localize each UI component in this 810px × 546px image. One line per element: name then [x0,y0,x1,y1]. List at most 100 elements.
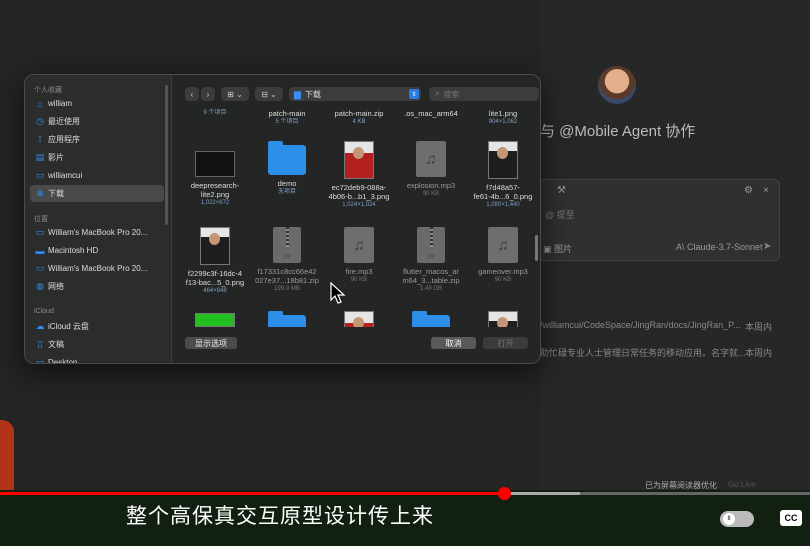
file-item[interactable]: deepresearch-lite2.png 1,022×872 [179,141,251,208]
file-name: demo [277,179,297,188]
file-item[interactable] [251,311,323,327]
sidebar-section-favorites: 个人收藏 [34,87,62,94]
sidebar-item-label: 应用程序 [48,135,80,144]
history-row[interactable]: 助忙碌专业人士管理日常任务的移动应用。名字就... 本周内 [540,346,772,359]
captions-button[interactable]: CC [780,510,802,526]
autoplay-toggle[interactable]: II [720,511,754,527]
send-icon[interactable]: ➤ [763,241,771,252]
file-meta: 199.9 MB [274,286,300,292]
sidebar-item-label: William's MacBook Pro 20... [48,264,148,273]
forward-button[interactable]: › [201,87,215,101]
file-name: flutter_macos_ar [403,267,459,276]
sidebar-section-icloud: iCloud [34,308,54,315]
sidebar-item[interactable]: ▭ Desktop [30,354,164,364]
file-item[interactable]: patch-main 5 个项目 [251,109,323,127]
downloads-icon: ⊕ [36,188,44,198]
sidebar-item[interactable]: ◍ 网络 [30,278,164,295]
search-input[interactable] [443,89,524,99]
file-item[interactable]: ec72deb9-088a- 4b06-b...b1_3.png 1,024×1,0… [323,141,395,210]
file-meta: 1,080×1,440 [486,202,520,208]
file-item[interactable]: demo 无项目 [251,141,323,197]
file-meta: 904×1,062 [488,119,518,125]
file-item[interactable] [179,291,251,327]
file-name: deepresearch- [190,181,240,190]
sidebar-item-label: william [48,99,72,108]
file-name: lite1.png [488,109,518,118]
file-meta: 1,024×1,024 [342,202,376,208]
chat-input-box[interactable]: ⚒ ⚙ × @ 提至 ▣ 图片 A\ Claude-3.7-Sonnet ➤ [538,179,780,261]
file-item[interactable]: ZIP flutter_macos_ar m64_3...table.zip 1.49… [395,227,467,294]
history-row-text: /williamcui/CodeSpace/JingRan/docs/JingR… [540,320,741,330]
search-field[interactable]: ⌕ [429,87,539,101]
history-row-text: 助忙碌专业人士管理日常任务的移动应用。名字就... [540,348,746,358]
image-button[interactable]: ▣ 图片 [543,242,572,255]
file-grid: 9 个项目 patch-main 5 个项目 patch-main.zip 4 KB .o… [171,105,536,327]
file-name: patch-main [268,109,306,118]
image-thumbnail [200,227,230,265]
status-go-live[interactable]: Go Live [728,480,756,489]
file-open-dialog: 个人收藏 ⌂ william ◷ 最近使用 ⟟ 应用程序 ▤ 影片 ▭ williamcui ⊕ 下载… [24,74,541,364]
file-item[interactable]: .os_mac_arm64 [395,109,467,118]
cancel-button[interactable]: 取消 [431,337,476,349]
sidebar-item[interactable]: ⊕ 下载 [30,185,164,202]
sidebar-item-label: 影片 [48,153,64,162]
sidebar-item[interactable]: ▭ williamcui [30,167,164,184]
sidebar-item[interactable]: ▭ William's MacBook Pro 20... [30,224,164,241]
sidebar-item-label: 网络 [48,282,64,291]
folder-icon [268,141,306,175]
folder-icon [268,311,306,327]
sidebar-item-label: Macintosh HD [48,246,99,255]
sidebar-item[interactable]: ▬ Macintosh HD [30,242,164,259]
model-selector[interactable]: A\ Claude-3.7-Sonnet [676,242,763,252]
file-item[interactable]: ZIP f17331c8cc66e42 027e37...18b81.zip 199.… [251,227,323,294]
file-grid-scrollbar[interactable] [535,235,538,261]
file-item[interactable] [323,311,395,327]
sidebar-item[interactable]: ▤ 影片 [30,149,164,166]
video-progress-handle[interactable] [497,487,511,500]
file-item[interactable]: ♫ gameover.mp3 90 KB [467,227,536,285]
sidebar-scrollbar[interactable] [165,85,168,225]
sidebar-item-label: 最近使用 [48,117,80,126]
show-options-button[interactable]: 显示选项 [185,337,237,349]
mouse-cursor-icon [330,282,346,304]
file-item[interactable]: 9 个项目 [179,109,251,118]
file-name-line2: fe61-4b...6_0.png [473,192,533,201]
file-item[interactable]: lite1.png 904×1,062 [467,109,536,127]
location-popup[interactable]: ▆ 下载 ⇕ [289,87,421,101]
file-item[interactable]: patch-main.zip 4 KB [323,109,395,127]
file-name: .os_mac_arm64 [404,109,458,118]
sidebar-item[interactable]: ▯ 文稿 [30,336,164,353]
gear-icon[interactable]: ⚙ [744,185,753,196]
zip-file-icon: ZIP [417,227,445,263]
file-name-line2: lite2.png [200,190,230,199]
file-item[interactable]: f2299c3f-16dc-4 f13-bac...5_0.png 464×848 [179,227,251,296]
file-name: ec72deb9-088a- [331,183,387,192]
file-name: f2299c3f-16dc-4 [187,269,243,278]
sidebar-item[interactable]: ▭ William's MacBook Pro 20... [30,260,164,277]
file-name: patch-main.zip [334,109,384,118]
sidebar-item[interactable]: ⟟ 应用程序 [30,131,164,148]
history-row-time: 本周内 [745,322,773,332]
sidebar-item[interactable]: ☁ iCloud 云盘 [30,318,164,335]
close-icon[interactable]: × [763,185,769,196]
folder-icon: ▭ [35,170,45,180]
movies-icon: ▤ [35,152,45,162]
group-button[interactable]: ⊟ ⌄ [255,87,283,101]
image-thumbnail [488,311,518,327]
file-item[interactable]: f7d48a57- fe61-4b...6_0.png 1,080×1,440 [467,141,536,210]
file-item[interactable]: ♫ fire.mp3 90 KB [323,227,395,285]
sidebar-item[interactable]: ⌂ william [30,95,164,112]
sidebar-item-label: Desktop [48,358,78,364]
history-row[interactable]: /williamcui/CodeSpace/JingRan/docs/JingR… [540,320,772,332]
home-icon: ⌂ [37,98,43,109]
sidebar-item[interactable]: ◷ 最近使用 [30,113,164,130]
file-item[interactable]: ♫ explosion.mp3 90 KB [395,141,467,199]
file-item[interactable] [395,311,467,327]
audio-file-icon: ♫ [416,141,446,177]
clock-icon: ◷ [36,116,44,126]
file-item[interactable] [467,311,536,327]
open-button[interactable]: 打开 [483,337,528,349]
view-mode-button[interactable]: ⊞ ⌄ [221,87,249,101]
back-button[interactable]: ‹ [185,87,199,101]
wrench-icon[interactable]: ⚒ [557,185,566,196]
